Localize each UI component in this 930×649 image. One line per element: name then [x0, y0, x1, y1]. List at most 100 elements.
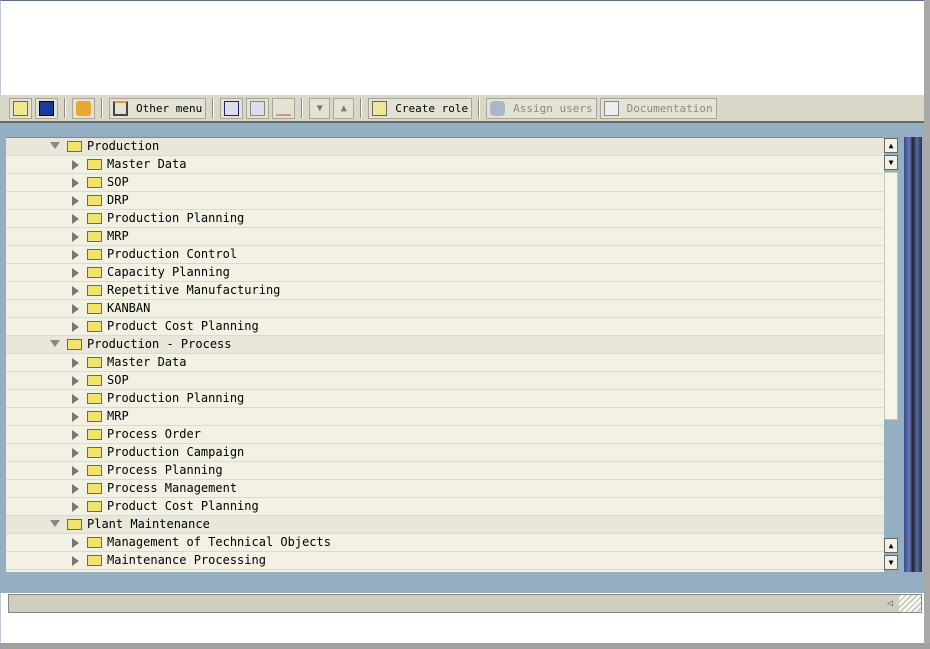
expand-icon[interactable] — [72, 322, 79, 332]
tree-node-label: DRP — [107, 193, 129, 207]
expand-icon[interactable] — [72, 268, 79, 278]
tree-node[interactable]: Production Campaign — [6, 444, 884, 462]
tree-node-label: Plant Maintenance — [87, 517, 210, 531]
tree-node[interactable]: KANBAN — [6, 300, 884, 318]
assign-users-label: Assign users — [513, 101, 593, 115]
separator — [478, 98, 481, 118]
tree-node-label: MRP — [107, 229, 129, 243]
folder-icon — [87, 321, 102, 332]
delete-favorite-button[interactable] — [246, 97, 270, 119]
tree-node-label: Production Control — [107, 247, 238, 261]
expand-icon[interactable] — [72, 358, 79, 368]
add-favorite-icon — [224, 100, 240, 116]
expand-icon[interactable] — [72, 484, 79, 494]
separator — [360, 98, 363, 118]
tree-node[interactable]: Management of Technical Objects — [6, 534, 884, 552]
collapse-icon[interactable] — [50, 142, 60, 149]
tree-node-label: Production - Process — [87, 337, 232, 351]
tree-node[interactable]: Process Order — [6, 426, 884, 444]
tree-node[interactable]: SOP — [6, 174, 884, 192]
collapse-icon[interactable] — [50, 340, 60, 347]
expand-icon[interactable] — [72, 466, 79, 476]
tree-folder-node[interactable]: Production - Process — [6, 336, 884, 354]
folder-icon — [87, 303, 102, 314]
expand-icon[interactable] — [72, 412, 79, 422]
tree-node[interactable]: Process Planning — [6, 462, 884, 480]
scroll-down-button-bottom[interactable]: ▼ — [884, 555, 898, 570]
tree-node[interactable]: Repetitive Manufacturing — [6, 282, 884, 300]
expand-icon[interactable] — [72, 430, 79, 440]
expand-icon[interactable] — [72, 304, 79, 314]
folder-icon — [87, 267, 102, 278]
tree-node[interactable]: MRP — [6, 228, 884, 246]
move-up-button[interactable]: ▲ — [333, 97, 355, 119]
pencil-icon — [276, 101, 292, 116]
expand-icon[interactable] — [72, 538, 79, 548]
tree-node[interactable]: Production Planning — [6, 390, 884, 408]
tree-node[interactable]: Master Data — [6, 156, 884, 174]
expand-icon[interactable] — [72, 160, 79, 170]
expand-icon[interactable] — [72, 232, 79, 242]
folder-icon — [87, 195, 102, 206]
sap-menu-button[interactable] — [35, 97, 58, 119]
tree-node-label: Process Planning — [107, 463, 223, 477]
tree-node[interactable]: MRP — [6, 408, 884, 426]
expand-icon[interactable] — [72, 556, 79, 566]
expand-icon[interactable] — [72, 250, 79, 260]
scroll-down-button[interactable]: ▼ — [884, 155, 898, 170]
expand-icon[interactable] — [72, 448, 79, 458]
folder-icon — [87, 231, 102, 242]
tree-node[interactable]: Production Planning — [6, 210, 884, 228]
separator — [64, 98, 66, 118]
move-down-button[interactable]: ▼ — [309, 97, 331, 119]
collapse-icon[interactable] — [50, 520, 60, 527]
tree-node[interactable]: SOP — [6, 372, 884, 390]
tree-node-label: Production Planning — [107, 211, 245, 225]
tree-node-label: Maintenance Processing — [107, 553, 266, 567]
tree-node[interactable]: Maintenance Processing — [6, 552, 884, 570]
expand-icon[interactable] — [72, 286, 79, 296]
favorites-button[interactable] — [72, 97, 95, 119]
tree-folder-node[interactable]: Plant Maintenance — [6, 516, 884, 534]
tree-node-label: Process Order — [107, 427, 201, 441]
expand-icon[interactable] — [72, 394, 79, 404]
tree-node-label: Process Management — [107, 481, 238, 495]
scroll-thumb[interactable] — [884, 172, 898, 420]
expand-icon[interactable] — [72, 178, 79, 188]
other-menu-button[interactable]: Other menu — [109, 97, 207, 119]
scroll-up-button[interactable]: ▲ — [884, 138, 898, 153]
change-favorite-button[interactable] — [272, 97, 296, 119]
tree-node-label: Product Cost Planning — [107, 499, 259, 513]
expand-icon[interactable] — [72, 376, 79, 386]
user-menu-button[interactable] — [9, 97, 32, 119]
documentation-button[interactable]: Documentation — [599, 97, 717, 119]
folder-icon — [87, 411, 102, 422]
open-folder-icon — [67, 339, 82, 350]
open-folder-icon — [67, 519, 82, 530]
expand-icon[interactable] — [72, 502, 79, 512]
expand-icon[interactable] — [72, 214, 79, 224]
status-expand-icon[interactable]: ◁ — [887, 598, 893, 609]
resize-grip[interactable] — [899, 595, 921, 612]
scroll-up-button-bottom[interactable]: ▲ — [884, 538, 898, 553]
tree-node-label: Repetitive Manufacturing — [107, 283, 281, 297]
tree-node-label: Product Cost Planning — [107, 319, 259, 333]
tree-node[interactable]: Production Control — [6, 246, 884, 264]
tree-node[interactable]: Process Management — [6, 480, 884, 498]
status-bar: ◁ — [8, 594, 922, 613]
folder-icon — [87, 393, 102, 404]
expand-icon[interactable] — [72, 196, 79, 206]
tree-node[interactable]: Product Cost Planning — [6, 498, 884, 516]
tree-node[interactable]: Product Cost Planning — [6, 318, 884, 336]
tree-node[interactable]: Master Data — [6, 354, 884, 372]
users-icon — [490, 100, 506, 116]
folder-icon — [87, 447, 102, 458]
assign-users-button[interactable]: Assign users — [486, 97, 597, 119]
tree-folder-node[interactable]: Production — [6, 138, 884, 156]
tree-node[interactable]: DRP — [6, 192, 884, 210]
separator — [301, 98, 304, 118]
add-favorite-button[interactable] — [220, 97, 244, 119]
vertical-scrollbar[interactable]: ▲ ▼ ▲ ▼ — [884, 137, 898, 572]
tree-node[interactable]: Capacity Planning — [6, 264, 884, 282]
create-role-button[interactable]: Create role — [368, 97, 473, 119]
